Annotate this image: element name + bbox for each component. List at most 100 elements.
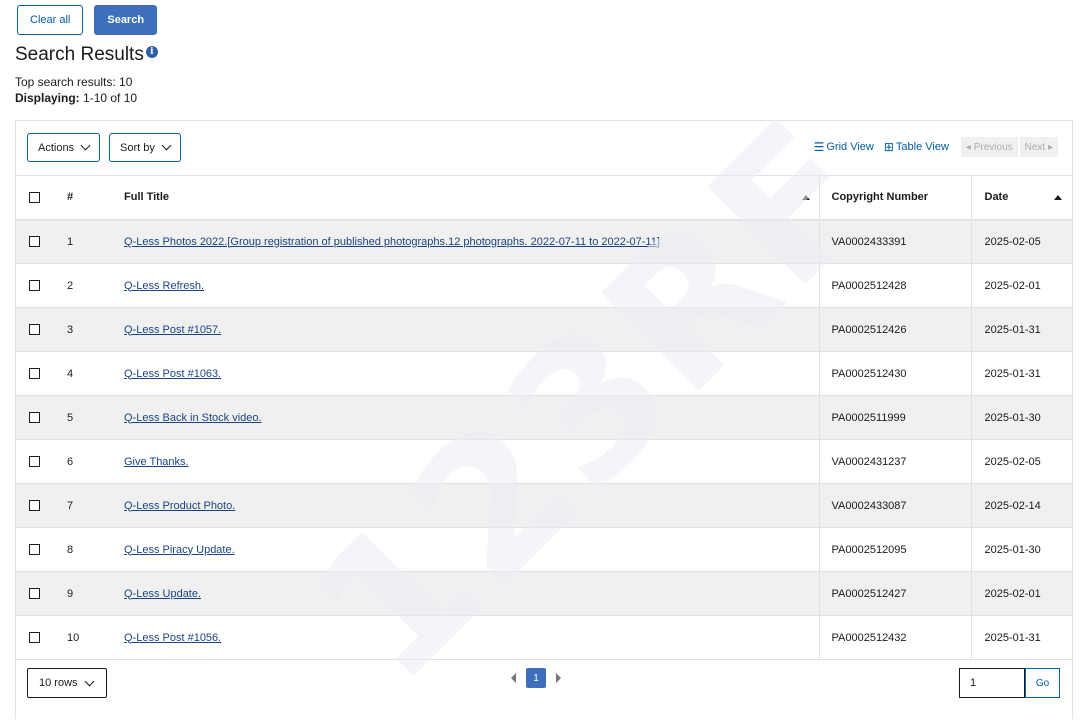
sort-by-dropdown[interactable]: Sort by — [109, 133, 181, 162]
title-link[interactable]: Q-Less Back in Stock video. — [124, 412, 262, 424]
go-to-page-input[interactable] — [959, 668, 1025, 698]
copyright-number: PA0002512428 — [818, 263, 971, 308]
table-row: 6 Give Thanks. VA0002431237 2025-02-05 — [16, 439, 1072, 484]
info-icon[interactable]: i — [145, 46, 158, 58]
title-cell: Q-Less Piracy Update. — [124, 527, 819, 572]
table-row: 7 Q-Less Product Photo. VA0002433087 2025-0… — [16, 483, 1072, 528]
top-results-text: Top search results: 10 — [15, 75, 133, 89]
row-checkbox[interactable] — [29, 324, 40, 336]
row-checkbox[interactable] — [29, 236, 40, 248]
copyright-number: PA0002511999 — [818, 395, 971, 440]
results-heading: Search Results i — [15, 44, 158, 66]
search-button[interactable]: Search — [94, 5, 158, 35]
clear-all-button[interactable]: Clear all — [17, 5, 84, 35]
row-checkbox[interactable] — [29, 280, 40, 292]
row-checkbox-cell — [16, 263, 54, 308]
title-link[interactable]: Q-Less Post #1056. — [124, 632, 221, 644]
row-number: 2 — [54, 263, 124, 308]
title-cell: Q-Less Update. — [124, 571, 819, 616]
row-checkbox[interactable] — [29, 500, 40, 512]
table-row: 1 Q-Less Photos 2022.[Group registration … — [16, 219, 1072, 264]
row-checkbox[interactable] — [29, 456, 40, 468]
copyright-number: PA0002512430 — [818, 351, 971, 396]
title-link[interactable]: Q-Less Post #1057. — [124, 324, 221, 336]
title-link[interactable]: Q-Less Product Photo. — [124, 500, 235, 512]
table-row: 3 Q-Less Post #1057. PA0002512426 2025-01-3… — [16, 307, 1072, 352]
row-checkbox[interactable] — [29, 544, 40, 556]
row-number: 3 — [54, 307, 124, 352]
row-checkbox[interactable] — [29, 632, 40, 644]
displaying-value: 1-10 of 10 — [79, 91, 138, 105]
row-checkbox-cell — [16, 439, 54, 484]
row-checkbox-cell — [16, 571, 54, 616]
sort-by-label: Sort by — [120, 141, 155, 154]
table-row: 2 Q-Less Refresh. PA0002512428 2025-02-01 — [16, 263, 1072, 308]
sort-up-icon[interactable] — [802, 195, 810, 200]
row-number: 4 — [54, 351, 124, 396]
date-cell: 2025-01-31 — [970, 351, 1072, 396]
full-title-header[interactable]: Full Title — [124, 175, 819, 221]
title-link[interactable]: Give Thanks. — [124, 456, 189, 468]
displaying-label: Displaying: — [15, 91, 80, 105]
table-view-label: Table View — [895, 141, 949, 153]
title-cell: Q-Less Refresh. — [124, 263, 819, 308]
copyright-number: VA0002433391 — [818, 219, 971, 264]
actions-dropdown[interactable]: Actions — [27, 133, 101, 162]
row-checkbox-cell — [16, 483, 54, 528]
rows-per-page-select[interactable]: 10 rows — [27, 668, 107, 698]
title-link[interactable]: Q-Less Update. — [124, 588, 201, 600]
rows-per-page-label: 10 rows — [39, 677, 78, 689]
page-title: Search Results — [15, 44, 144, 65]
row-checkbox[interactable] — [29, 412, 40, 424]
table-row: 4 Q-Less Post #1063. PA0002512430 2025-01-3… — [16, 351, 1072, 396]
title-cell: Q-Less Back in Stock video. — [124, 395, 819, 440]
row-number: 5 — [54, 395, 124, 440]
copyright-number: PA0002512426 — [818, 307, 971, 352]
grid-view-label: Grid View — [826, 141, 874, 153]
copyright-number-header[interactable]: Copyright Number — [818, 175, 971, 221]
title-link[interactable]: Q-Less Refresh. — [124, 280, 204, 292]
top-buttons: Clear all Search — [17, 5, 158, 35]
date-header[interactable]: Date — [970, 175, 1072, 221]
copyright-number: PA0002512095 — [818, 527, 971, 572]
table-row: 8 Q-Less Piracy Update. PA0002512095 2025-0… — [16, 527, 1072, 572]
date-cell: 2025-01-31 — [970, 307, 1072, 352]
row-number: 9 — [54, 571, 124, 616]
row-checkbox-cell — [16, 615, 54, 660]
table-icon: ⊞ — [883, 140, 894, 154]
title-link[interactable]: Q-Less Photos 2022.[Group registration o… — [124, 236, 660, 248]
results-footer: 10 rows 1 Go — [16, 656, 1072, 720]
title-cell: Q-Less Post #1063. — [124, 351, 819, 396]
date-cell: 2025-02-01 — [970, 571, 1072, 616]
row-number: 1 — [54, 219, 124, 264]
previous-button[interactable]: ◂ Previous — [960, 137, 1018, 157]
row-checkbox[interactable] — [29, 588, 40, 600]
date-cell: 2025-02-05 — [970, 439, 1072, 484]
next-page-icon[interactable] — [556, 673, 561, 683]
sort-up-icon[interactable] — [1053, 195, 1062, 200]
prev-page-icon[interactable] — [511, 673, 516, 683]
chevron-down-icon — [84, 676, 94, 686]
chevron-down-icon — [80, 140, 91, 151]
table-header-row: # Full Title Copyright Number Date — [16, 175, 1072, 221]
title-cell: Give Thanks. — [124, 439, 819, 484]
table-view-link[interactable]: ⊞ Table View — [884, 140, 949, 154]
next-button[interactable]: Next ▸ — [1019, 137, 1058, 157]
chevron-down-icon — [161, 140, 172, 151]
title-link[interactable]: Q-Less Post #1063. — [124, 368, 221, 380]
grid-view-link[interactable]: ☰ Grid View — [814, 140, 874, 154]
results-panel: Actions Sort by ☰ Grid View ⊞ Table View… — [15, 120, 1073, 719]
page-1-button[interactable]: 1 — [526, 668, 546, 688]
results-table: # Full Title Copyright Number Date 1 Q-Le… — [16, 175, 1072, 660]
title-link[interactable]: Q-Less Piracy Update. — [124, 544, 235, 556]
full-title-label: Full Title — [124, 191, 170, 204]
row-checkbox-cell — [16, 219, 54, 264]
go-button[interactable]: Go — [1025, 668, 1060, 698]
date-cell: 2025-01-30 — [970, 527, 1072, 572]
list-icon: ☰ — [813, 140, 825, 154]
row-checkbox[interactable] — [29, 368, 40, 380]
select-all-checkbox[interactable] — [29, 191, 40, 203]
copyright-number: PA0002512432 — [818, 615, 971, 660]
date-cell: 2025-02-14 — [970, 483, 1072, 528]
date-cell: 2025-01-30 — [970, 395, 1072, 440]
